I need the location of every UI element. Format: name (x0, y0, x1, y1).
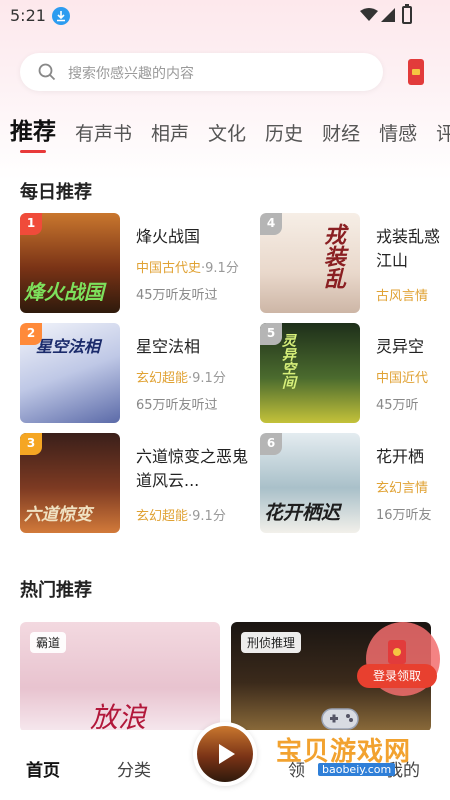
rank-badge: 4 (260, 213, 282, 235)
cover-title: 灵异空间 (280, 333, 296, 389)
login-reward-button[interactable]: 登录领取 (357, 664, 437, 688)
hot-card[interactable]: 霸道 放浪 (20, 622, 220, 732)
book-item[interactable]: 戎装乱 4 戎装乱惑江山 古风言情 (260, 213, 450, 313)
status-bar: 5:21 (0, 0, 450, 32)
hot-card-cover-text: 放浪 (90, 701, 147, 732)
watermark: 宝贝游戏网 baobeiy.com (270, 705, 448, 785)
book-title: 灵异空 (376, 337, 425, 356)
book-item[interactable]: 星空法相 2 星空法相 玄幻超能·9.1分 65万听友听过 (20, 323, 260, 423)
gamepad-icon (321, 708, 359, 730)
book-title: 六道惊变之恶鬼道风云... (136, 447, 249, 490)
section-title-hot: 热门推荐 (20, 580, 92, 601)
book-listens: 65万听友听过 (136, 398, 218, 413)
tab-audiobook[interactable]: 有声书 (75, 119, 132, 146)
rank-badge: 5 (260, 323, 282, 345)
search-placeholder: 搜索你感兴趣的内容 (68, 66, 194, 82)
tab-finance[interactable]: 财经 (322, 119, 360, 146)
book-cover: 六道惊变 3 (20, 433, 120, 533)
book-title: 星空法相 (136, 337, 201, 356)
cover-title: 六道惊变 (24, 505, 92, 525)
tab-emotion[interactable]: 情感 (379, 119, 417, 146)
book-rating: ·9.1分 (188, 509, 226, 524)
book-category: 中国近代 (376, 371, 429, 386)
signal-icon (381, 8, 395, 22)
book-listens: 45万听 (376, 398, 419, 413)
book-cover: 灵异空间 5 (260, 323, 360, 423)
rank-badge: 2 (20, 323, 42, 345)
book-item[interactable]: 灵异空间 5 灵异空 中国近代 45万听 (260, 323, 450, 423)
rank-badge: 1 (20, 213, 42, 235)
book-item[interactable]: 六道惊变 3 六道惊变之恶鬼道风云... 玄幻超能·9.1分 (20, 433, 260, 533)
cover-title: 戎装乱 (320, 223, 345, 289)
watermark-url: baobeiy.com (318, 763, 396, 776)
tab-recommend[interactable]: 推荐 (10, 112, 56, 146)
tab-culture[interactable]: 文化 (208, 119, 246, 146)
tab-crosstalk[interactable]: 相声 (151, 119, 189, 146)
book-rating: ·9.1分 (201, 261, 239, 276)
status-time: 5:21 (10, 6, 46, 25)
book-listens: 16万听友 (376, 508, 432, 523)
rank-badge: 3 (20, 433, 42, 455)
book-meta: 玄幻言情 (376, 477, 428, 496)
category-tabs: 推荐 有声书 相声 文化 历史 财经 情感评 (10, 112, 450, 156)
book-title: 花开栖 (376, 447, 425, 466)
book-cover: 星空法相 2 (20, 323, 120, 423)
battery-icon (402, 4, 412, 24)
book-category: 玄幻超能 (136, 509, 189, 524)
nav-category[interactable]: 分类 (117, 756, 151, 781)
red-packet-icon[interactable] (408, 59, 424, 85)
hot-card-tag: 霸道 (30, 632, 67, 653)
mini-player[interactable] (193, 722, 257, 786)
book-category: 中国古代史 (136, 261, 202, 276)
book-category: 玄幻超能 (136, 371, 189, 386)
book-category: 古风言情 (376, 289, 429, 304)
book-title: 戎装乱惑江山 (376, 227, 441, 270)
book-item[interactable]: 烽火战国 1 烽火战国 中国古代史·9.1分 45万听友听过 (20, 213, 260, 313)
book-cover: 烽火战国 1 (20, 213, 120, 313)
section-title-daily: 每日推荐 (20, 182, 92, 203)
cover-title: 星空法相 (36, 337, 101, 356)
book-rating: ·9.1分 (188, 371, 226, 386)
wifi-icon (360, 8, 378, 21)
play-icon (219, 744, 235, 764)
red-envelope-icon (388, 640, 406, 664)
book-meta: 玄幻超能·9.1分 (136, 367, 226, 386)
search-input[interactable]: 搜索你感兴趣的内容 (20, 53, 383, 91)
download-icon (52, 7, 70, 25)
tab-history[interactable]: 历史 (265, 119, 303, 146)
book-meta: 古风言情 (376, 285, 428, 304)
book-listens: 45万听友听过 (136, 288, 218, 303)
book-title: 烽火战国 (136, 227, 201, 246)
nav-home[interactable]: 首页 (26, 756, 60, 781)
book-item[interactable]: 花开栖迟 6 花开栖 玄幻言情 16万听友 (260, 433, 450, 533)
book-cover: 花开栖迟 6 (260, 433, 360, 533)
book-meta: 中国近代 (376, 367, 428, 386)
book-category: 玄幻言情 (376, 481, 429, 496)
cover-title: 烽火战国 (24, 280, 104, 304)
tab-indicator (20, 150, 46, 153)
mini-player-cover (197, 726, 253, 782)
cover-title: 花开栖迟 (264, 502, 341, 524)
tab-more[interactable]: 评 (436, 119, 450, 146)
search-icon (38, 63, 56, 81)
hot-card-tag: 刑侦推理 (241, 632, 302, 653)
rank-badge: 6 (260, 433, 282, 455)
book-meta: 中国古代史·9.1分 (136, 257, 239, 276)
book-meta: 玄幻超能·9.1分 (136, 505, 226, 524)
book-cover: 戎装乱 4 (260, 213, 360, 313)
